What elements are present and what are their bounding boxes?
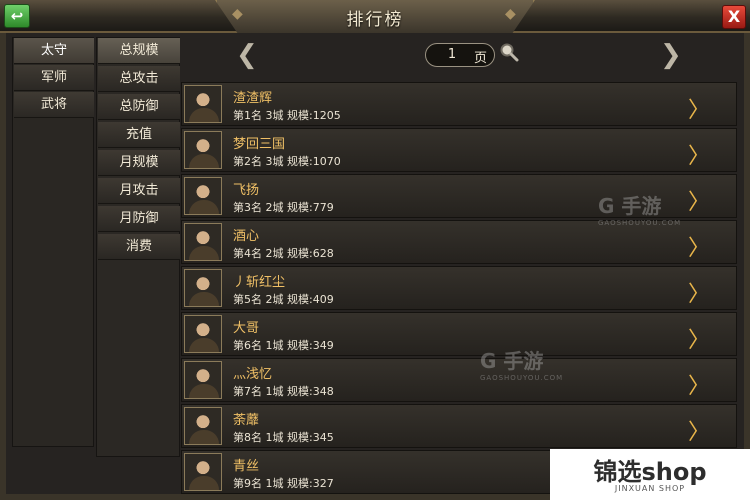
chevron-right-icon[interactable]: 〉 (688, 276, 710, 308)
avatar (184, 315, 222, 353)
player-name: 梦回三国 (233, 137, 286, 152)
avatar (184, 131, 222, 169)
avatar (184, 85, 222, 123)
ranking-row[interactable]: 灬浅忆 第7名 1城 规模:348 〉 (181, 358, 737, 402)
page-title: 排行榜 (346, 10, 404, 30)
tab-monthly-attack[interactable]: 月攻击 (98, 178, 180, 204)
title-bar: ◆ ◆ 排行榜 ↩ X (0, 0, 750, 33)
player-rank-info: 第2名 3城 规模:1070 (233, 155, 341, 168)
chevron-right-icon[interactable]: 〉 (688, 414, 710, 446)
avatar (184, 453, 222, 491)
shop-name: 锦选shop (593, 458, 707, 486)
player-name: 渣渣辉 (233, 91, 273, 106)
tab-consumption[interactable]: 消费 (98, 234, 180, 260)
player-name: 荼蘼 (233, 413, 260, 428)
avatar (184, 177, 222, 215)
player-name: 青丝 (233, 459, 260, 474)
avatar (184, 223, 222, 261)
chevron-right-icon[interactable]: 〉 (688, 138, 710, 170)
player-name: 大哥 (233, 321, 260, 336)
close-icon: X (727, 7, 741, 26)
ranking-row[interactable]: 大哥 第6名 1城 规模:349 〉 (181, 312, 737, 356)
tab-monthly-defense[interactable]: 月防御 (98, 206, 180, 232)
chevron-right-icon[interactable]: 〉 (688, 230, 710, 262)
player-name: 丿斩红尘 (233, 275, 286, 290)
player-rank-info: 第3名 2城 规模:779 (233, 201, 334, 214)
watermark: G 手游 GAOSHOUYOU.COM (480, 349, 564, 382)
avatar (184, 269, 222, 307)
chevron-right-icon[interactable]: 〉 (688, 368, 710, 400)
shop-subtitle: JINXUAN SHOP (614, 484, 686, 493)
tab-wujiang[interactable]: 武将 (14, 92, 94, 118)
ranking-row[interactable]: 渣渣辉 第1名 3城 规模:1205 〉 (181, 82, 737, 126)
chevron-right-icon[interactable]: 〉 (688, 92, 710, 124)
tab-recharge[interactable]: 充值 (98, 122, 180, 148)
shop-logo: 锦选shop JINXUAN SHOP (550, 449, 750, 500)
player-name: 飞扬 (233, 183, 260, 198)
player-rank-info: 第7名 1城 规模:348 (233, 385, 334, 398)
close-button[interactable]: X (722, 5, 746, 29)
player-rank-info: 第4名 2城 规模:628 (233, 247, 334, 260)
ranking-row[interactable]: 荼蘼 第8名 1城 规模:345 〉 (181, 404, 737, 448)
prev-page-arrow-icon[interactable]: ❮ (236, 40, 258, 70)
tab-total-attack[interactable]: 总攻击 (98, 66, 180, 92)
ranking-list: 渣渣辉 第1名 3城 规模:1205 〉 梦回三国 第2名 3城 规模:1070… (181, 82, 737, 500)
tab-junshi[interactable]: 军师 (14, 65, 94, 91)
ranking-type-tabs: 总规模 总攻击 总防御 充值 月规模 月攻击 月防御 消费 (96, 37, 180, 457)
avatar (184, 361, 222, 399)
back-arrow-icon: ↩ (10, 7, 24, 25)
tab-total-scale[interactable]: 总规模 (98, 38, 180, 64)
page-unit-label: 页 (474, 51, 488, 66)
player-rank-info: 第8名 1城 规模:345 (233, 431, 334, 444)
ranking-row[interactable]: 丿斩红尘 第5名 2城 规模:409 〉 (181, 266, 737, 310)
tab-total-defense[interactable]: 总防御 (98, 94, 180, 120)
page-input[interactable]: 1 页 (425, 43, 495, 67)
ranking-row[interactable]: 梦回三国 第2名 3城 规模:1070 〉 (181, 128, 737, 172)
chevron-right-icon[interactable]: 〉 (688, 322, 710, 354)
chevron-right-icon[interactable]: 〉 (688, 184, 710, 216)
search-icon[interactable] (499, 42, 519, 62)
page-number[interactable]: 1 (434, 47, 470, 62)
avatar (184, 407, 222, 445)
player-name: 酒心 (233, 229, 260, 244)
category-tabs: 太守 军师 武将 (12, 37, 94, 447)
back-button[interactable]: ↩ (4, 4, 30, 28)
player-rank-info: 第5名 2城 规模:409 (233, 293, 334, 306)
player-rank-info: 第6名 1城 规模:349 (233, 339, 334, 352)
player-rank-info: 第1名 3城 规模:1205 (233, 109, 341, 122)
next-page-arrow-icon[interactable]: ❯ (660, 40, 682, 70)
player-rank-info: 第9名 1城 规模:327 (233, 477, 334, 490)
watermark: G 手游 GAOSHOUYOU.COM (598, 194, 682, 227)
tab-monthly-scale[interactable]: 月规模 (98, 150, 180, 176)
tab-taishou[interactable]: 太守 (14, 38, 94, 64)
player-name: 灬浅忆 (233, 367, 273, 382)
